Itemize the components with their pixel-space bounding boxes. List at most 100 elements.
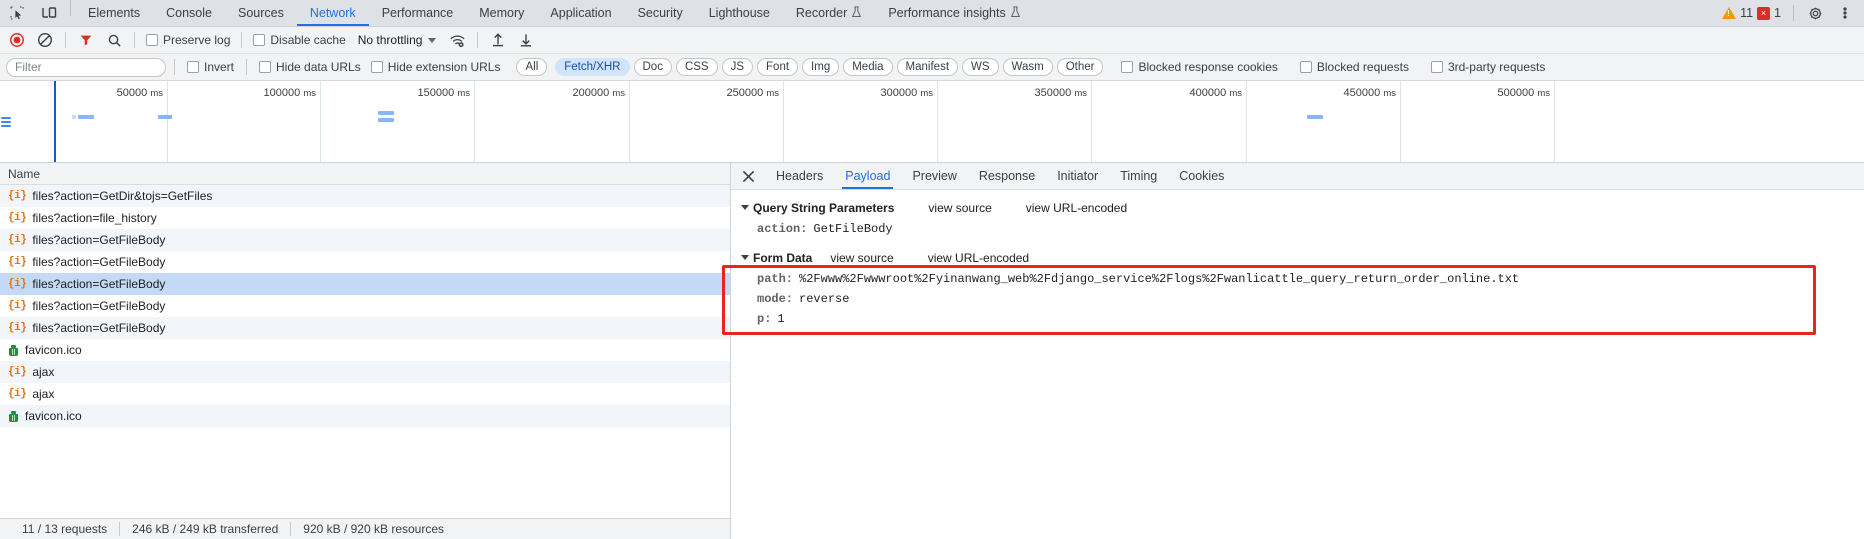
device-toolbar-icon[interactable]: [36, 0, 62, 26]
more-options-icon[interactable]: [1832, 0, 1858, 26]
main-tab-recorder[interactable]: Recorder: [783, 0, 875, 26]
preserve-log-label: Preserve log: [163, 33, 231, 47]
request-row[interactable]: favicon.ico: [0, 405, 730, 427]
devtools-main-tabbar: Elements Console Sources Network Performance…: [0, 0, 1864, 27]
request-row[interactable]: favicon.ico: [0, 339, 730, 361]
main-tab-security[interactable]: Security: [625, 0, 696, 26]
error-count: 1: [1774, 6, 1781, 20]
resource-type-filters: All Fetch/XHR Doc CSS JS Font Img Media Manifest…: [516, 58, 1107, 76]
detail-tab-response[interactable]: Response: [968, 163, 1046, 189]
hide-data-urls-checkbox[interactable]: Hide data URLs: [255, 60, 365, 74]
request-row[interactable]: {i} ajax: [0, 383, 730, 405]
main-tab-sources[interactable]: Sources: [225, 0, 297, 26]
type-filter-ws[interactable]: WS: [962, 58, 999, 76]
request-row[interactable]: {i} files?action=GetFileBody: [0, 229, 730, 251]
type-filter-js[interactable]: JS: [721, 58, 754, 76]
type-filter-wasm[interactable]: Wasm: [1002, 58, 1053, 76]
filter-icon[interactable]: [73, 28, 99, 52]
request-row[interactable]: {i} files?action=GetFileBody: [0, 273, 730, 295]
timeline-tick-label: 100000 ms: [228, 87, 316, 99]
detail-tab-payload[interactable]: Payload: [834, 163, 901, 189]
import-har-icon[interactable]: [485, 28, 511, 52]
main-tab-performance[interactable]: Performance: [369, 0, 467, 26]
overview-request-bar: [78, 115, 94, 119]
hide-extension-urls-checkbox[interactable]: Hide extension URLs: [367, 60, 505, 74]
network-status-bar: 11 / 13 requests 246 kB / 249 kB transfe…: [0, 518, 730, 539]
blocked-requests-checkbox[interactable]: Blocked requests: [1296, 60, 1413, 74]
tabbar-left-icons: [0, 0, 66, 26]
type-filter-fetch-xhr[interactable]: Fetch/XHR: [555, 58, 630, 76]
timeline-gridline: [167, 81, 168, 162]
close-icon[interactable]: [731, 163, 765, 189]
search-icon[interactable]: [101, 28, 127, 52]
request-row[interactable]: {i} files?action=GetFileBody: [0, 295, 730, 317]
main-tab-performance-insights[interactable]: Performance insights: [875, 0, 1033, 26]
invert-box: [187, 61, 199, 73]
type-filter-doc[interactable]: Doc: [633, 58, 672, 76]
invert-checkbox[interactable]: Invert: [183, 60, 238, 74]
tick-unit: ms: [150, 88, 163, 99]
form-param-value[interactable]: 1: [777, 312, 784, 326]
network-conditions-icon[interactable]: [444, 28, 470, 52]
preserve-log-checkbox[interactable]: Preserve log: [142, 33, 234, 47]
tick-value: 150000: [417, 87, 455, 99]
type-filter-css[interactable]: CSS: [675, 58, 718, 76]
request-row[interactable]: {i} files?action=GetFileBody: [0, 317, 730, 339]
blocked-response-cookies-checkbox[interactable]: Blocked response cookies: [1117, 60, 1281, 74]
type-filter-all[interactable]: All: [516, 58, 548, 76]
main-tab-label: Security: [637, 6, 683, 20]
main-tab-label: Network: [309, 6, 356, 20]
disable-cache-checkbox[interactable]: Disable cache: [249, 33, 349, 47]
request-row[interactable]: {i} files?action=GetDir&tojs=GetFiles: [0, 185, 730, 207]
form-data-section-header[interactable]: Form Data view source view URL-encoded: [731, 247, 1864, 269]
issue-counts[interactable]: 11 × 1: [1718, 6, 1785, 20]
query-view-source-link[interactable]: view source: [928, 201, 991, 215]
gear-icon[interactable]: [1802, 0, 1828, 26]
overview-playhead[interactable]: [54, 81, 56, 162]
form-param-value[interactable]: reverse: [799, 292, 849, 306]
type-filter-img[interactable]: Img: [802, 58, 840, 76]
blocked-requests-box: [1299, 61, 1312, 73]
favicon-icon: [8, 344, 19, 356]
main-tab-memory[interactable]: Memory: [466, 0, 537, 26]
devtools-window: Elements Console Sources Network Performance…: [0, 0, 1864, 539]
request-row[interactable]: {i} files?action=GetFileBody: [0, 251, 730, 273]
query-param-value[interactable]: GetFileBody: [813, 222, 892, 236]
tick-unit: ms: [457, 88, 470, 99]
network-overview-timeline[interactable]: 50000 ms 100000 ms 150000 ms 200000 ms 25000…: [0, 81, 1864, 163]
request-row[interactable]: {i} ajax: [0, 361, 730, 383]
timeline-tick-label: 200000 ms: [537, 87, 625, 99]
main-tab-network[interactable]: Network: [296, 0, 369, 26]
type-filter-media[interactable]: Media: [843, 58, 893, 76]
form-view-source-link[interactable]: view source: [830, 251, 893, 265]
main-tab-console[interactable]: Console: [153, 0, 225, 26]
request-list[interactable]: {i} files?action=GetDir&tojs=GetFiles {i} f…: [0, 185, 730, 518]
tick-value: 500000: [1497, 87, 1535, 99]
warning-icon: [1722, 7, 1737, 19]
status-resources: 920 kB / 920 kB resources: [303, 522, 445, 536]
detail-tab-timing[interactable]: Timing: [1109, 163, 1168, 189]
detail-tab-cookies[interactable]: Cookies: [1168, 163, 1235, 189]
throttling-select[interactable]: No throttling: [352, 33, 443, 47]
type-filter-manifest[interactable]: Manifest: [896, 58, 959, 76]
third-party-requests-checkbox[interactable]: 3rd-party requests: [1427, 60, 1549, 74]
throttling-value: No throttling: [357, 33, 423, 47]
main-tab-elements[interactable]: Elements: [75, 0, 153, 26]
main-tab-lighthouse[interactable]: Lighthouse: [696, 0, 783, 26]
form-view-url-encoded-link[interactable]: view URL-encoded: [928, 251, 1029, 265]
main-tab-application[interactable]: Application: [537, 0, 624, 26]
record-button-icon[interactable]: [4, 28, 30, 52]
type-filter-other[interactable]: Other: [1056, 58, 1104, 76]
detail-tab-headers[interactable]: Headers: [765, 163, 834, 189]
type-filter-font[interactable]: Font: [757, 58, 799, 76]
detail-tab-initiator[interactable]: Initiator: [1046, 163, 1109, 189]
export-har-icon[interactable]: [513, 28, 539, 52]
query-string-section-header[interactable]: Query String Parameters view source view…: [731, 197, 1864, 219]
form-param-value[interactable]: %2Fwww%2Fwwwroot%2Fyinanwang_web%2Fdjang…: [799, 272, 1519, 286]
request-row[interactable]: {i} files?action=file_history: [0, 207, 730, 229]
detail-tab-preview[interactable]: Preview: [901, 163, 967, 189]
query-view-url-encoded-link[interactable]: view URL-encoded: [1026, 201, 1127, 215]
clear-network-log-icon[interactable]: [32, 28, 58, 52]
inspect-element-icon[interactable]: [4, 0, 30, 26]
filter-input[interactable]: [6, 57, 166, 77]
